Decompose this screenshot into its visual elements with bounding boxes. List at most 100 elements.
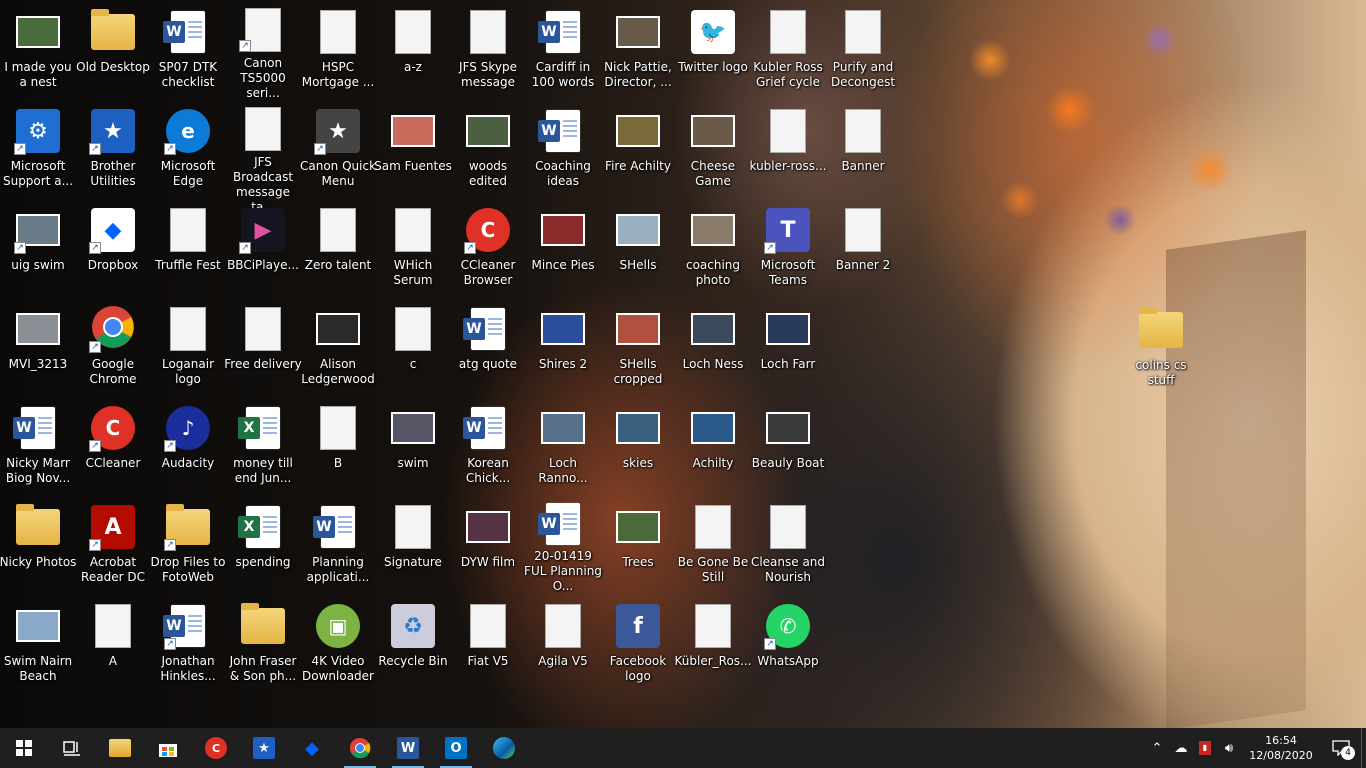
desktop-icon[interactable]: W ↗ Jonathan Hinkles...	[151, 596, 225, 690]
desktop-icon[interactable]: c	[376, 299, 450, 393]
desktop-icon[interactable]: Alison Ledgerwood	[301, 299, 375, 393]
desktop-icon[interactable]: WHich Serum	[376, 200, 450, 294]
desktop-icon[interactable]: A ↗ Acrobat Reader DC	[76, 497, 150, 591]
tray-app-icon[interactable]: ▮	[1193, 728, 1217, 768]
desktop-icon[interactable]: colins cs stuff	[1124, 300, 1198, 394]
taskbar-brother-utilities[interactable]: ★	[240, 728, 288, 768]
desktop-icon[interactable]: W Planning applicati...	[301, 497, 375, 591]
taskbar-microsoft-word[interactable]: W	[384, 728, 432, 768]
desktop-icon[interactable]: W 20-01419 FUL Planning O...	[524, 497, 602, 593]
desktop-icon[interactable]: a-z	[376, 2, 450, 96]
desktop-icon[interactable]: JFS Skype message	[451, 2, 525, 96]
desktop-icon[interactable]: Zero talent	[301, 200, 375, 294]
desktop-icon[interactable]: Sam Fuentes	[374, 101, 452, 195]
desktop-icon[interactable]: I made you a nest	[1, 2, 75, 96]
desktop-icon[interactable]: Cheese Game	[676, 101, 750, 195]
desktop-icon[interactable]: Nicky Photos	[0, 497, 76, 591]
desktop-icon[interactable]: B	[301, 398, 375, 492]
taskbar-file-explorer[interactable]	[96, 728, 144, 768]
desktop-icon[interactable]: C ↗ CCleaner Browser	[451, 200, 525, 294]
taskbar-google-chrome[interactable]	[336, 728, 384, 768]
desktop-icon[interactable]: W Korean Chick...	[451, 398, 525, 492]
taskbar-outlook[interactable]: O	[432, 728, 480, 768]
desktop-icon[interactable]: HSPC Mortgage ...	[301, 2, 375, 96]
desktop-icon[interactable]: Loganair logo	[151, 299, 225, 393]
desktop-icon[interactable]: ↗ Google Chrome	[76, 299, 150, 393]
desktop-icon[interactable]: coaching photo	[676, 200, 750, 294]
taskbar-dropbox[interactable]: ◆	[288, 728, 336, 768]
desktop-icon[interactable]: ★ ↗ Canon Quick Menu	[300, 101, 376, 195]
desktop-icon[interactable]: f Facebook logo	[601, 596, 675, 690]
onedrive-cloud-icon[interactable]: ☁	[1169, 728, 1193, 768]
desktop-icon[interactable]: 🐦 Twitter logo	[676, 2, 750, 96]
desktop-icon[interactable]: kubler-ross...	[750, 101, 826, 195]
desktop-icon[interactable]: Swim Nairn Beach	[1, 596, 75, 690]
desktop-icon[interactable]: Xspending	[226, 497, 300, 591]
desktop-icon[interactable]: Free delivery	[224, 299, 302, 393]
desktop-icon[interactable]: Kubler Ross Grief cycle	[751, 2, 825, 96]
desktop-icon[interactable]: woods edited	[451, 101, 525, 195]
taskbar-microsoft-edge[interactable]	[480, 728, 528, 768]
desktop-icon[interactable]: Fire Achilty	[601, 101, 675, 195]
desktop-icon[interactable]: ♪ ↗ Audacity	[151, 398, 225, 492]
show-desktop-button[interactable]	[1361, 728, 1366, 768]
taskbar-clock[interactable]: 16:54 12/08/2020	[1241, 728, 1321, 768]
desktop-icon[interactable]: ♻ Recycle Bin	[376, 596, 450, 690]
show-hidden-icons-chevron-icon[interactable]: ⌃	[1145, 728, 1169, 768]
volume-icon[interactable]: 🔊︎	[1217, 728, 1241, 768]
desktop-icon[interactable]: Loch Ness	[676, 299, 750, 393]
desktop-icon[interactable]: John Fraser & Son ph...	[226, 596, 300, 690]
desktop-icon[interactable]: SHells	[601, 200, 675, 294]
taskbar-ccleaner[interactable]: C	[192, 728, 240, 768]
desktop-icon[interactable]: ↗ uig swim	[1, 200, 75, 294]
desktop-icon[interactable]: Trees	[601, 497, 675, 591]
desktop-icon[interactable]: ★ ↗ Brother Utilities	[76, 101, 150, 195]
desktop-icon[interactable]: Nick Pattie, Director, ...	[601, 2, 675, 96]
desktop-icon[interactable]: ⚙ ↗ Microsoft Support a...	[1, 101, 75, 195]
desktop-icon[interactable]: Signature	[376, 497, 450, 591]
desktop-icon[interactable]: swim	[376, 398, 450, 492]
desktop-icon[interactable]: W SP07 DTK checklist	[151, 2, 225, 96]
desktop-icon[interactable]: C ↗ CCleaner	[76, 398, 150, 492]
desktop-icon[interactable]: W Nicky Marr Biog Nov...	[1, 398, 75, 492]
desktop-icon[interactable]: ▣ 4K Video Downloader	[301, 596, 375, 690]
desktop-icon[interactable]: ▶ ↗ BBCiPlaye...	[226, 200, 300, 294]
desktop-icon[interactable]: ↗ Canon TS5000 seri...	[226, 2, 300, 100]
desktop-icon[interactable]: Loch Farr	[751, 299, 825, 393]
ccleaner-icon: C	[205, 737, 227, 759]
desktop-icon[interactable]: Banner	[826, 101, 900, 195]
desktop-icon[interactable]: ↗ Drop Files to FotoWeb	[151, 497, 225, 591]
desktop-icon[interactable]: SHells cropped	[601, 299, 675, 393]
desktop-icon[interactable]: Achilty	[676, 398, 750, 492]
desktop-icon[interactable]: Shires 2	[526, 299, 600, 393]
desktop-icon[interactable]: Cleanse and Nourish	[751, 497, 825, 591]
desktop-icon[interactable]: A	[76, 596, 150, 690]
desktop-icon[interactable]: W Cardiff in 100 words	[526, 2, 600, 96]
desktop-icon[interactable]: Truffle Fest	[151, 200, 225, 294]
desktop-icon[interactable]: DYW film	[451, 497, 525, 591]
start-button[interactable]	[0, 728, 48, 768]
desktop-icon[interactable]: skies	[601, 398, 675, 492]
desktop-icon[interactable]: Mince Pies	[526, 200, 600, 294]
task-view-button[interactable]	[48, 728, 96, 768]
desktop-icon[interactable]: Kübler_Ros...	[675, 596, 751, 690]
desktop-icon[interactable]: JFS Broadcast message ta...	[226, 101, 300, 214]
desktop-icon[interactable]: Purify and Decongest	[826, 2, 900, 96]
desktop-icon[interactable]: W Coaching ideas	[526, 101, 600, 195]
desktop-icon[interactable]: Watg quote	[451, 299, 525, 393]
desktop-icon[interactable]: Loch Ranno...	[526, 398, 600, 492]
desktop-icon[interactable]: Be Gone Be Still	[676, 497, 750, 591]
desktop-icon[interactable]: MVI_3213	[1, 299, 75, 393]
taskbar-microsoft-store[interactable]	[144, 728, 192, 768]
desktop-icon[interactable]: Agila V5	[526, 596, 600, 690]
desktop-icon[interactable]: ✆ ↗ WhatsApp	[751, 596, 825, 690]
desktop-icon[interactable]: T ↗ Microsoft Teams	[751, 200, 825, 294]
desktop-icon[interactable]: Old Desktop	[76, 2, 150, 96]
desktop-icon[interactable]: ◆ ↗ Dropbox	[76, 200, 150, 294]
desktop-icon[interactable]: e ↗ Microsoft Edge	[151, 101, 225, 195]
action-center-button[interactable]: 4	[1321, 728, 1361, 768]
desktop-icon[interactable]: Fiat V5	[451, 596, 525, 690]
desktop-icon[interactable]: Xmoney till end Jun...	[226, 398, 300, 492]
desktop-icon[interactable]: Beauly Boat	[751, 398, 825, 492]
desktop-icon[interactable]: Banner 2	[826, 200, 900, 294]
